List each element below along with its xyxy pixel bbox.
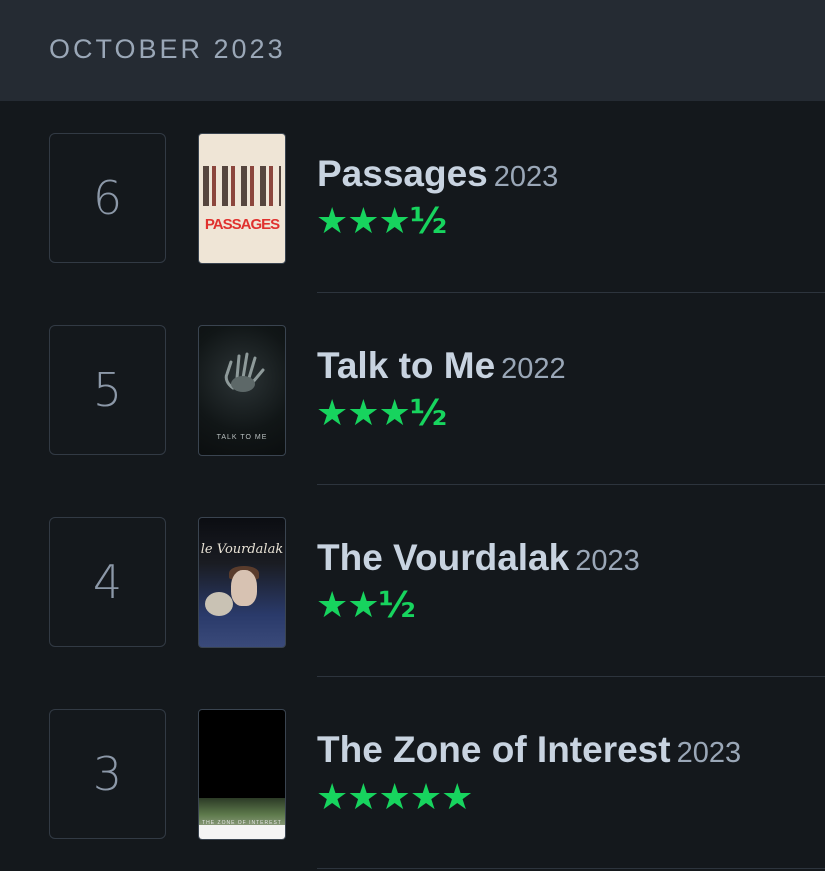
poster-title-text: PASSAGES (204, 216, 280, 233)
film-title-line[interactable]: The Vourdalak 2023 (317, 537, 640, 579)
divider (317, 868, 825, 869)
month-title: OCTOBER 2023 (49, 34, 286, 64)
star-rating: ★★★½ (316, 201, 447, 242)
rank-number: 5 (49, 325, 166, 455)
diary-entry[interactable]: 3 THE ZONE OF INTEREST The Zone of Inter… (0, 677, 825, 869)
film-poster[interactable]: TALK TO ME (198, 325, 286, 456)
poster-white-strip (199, 825, 285, 839)
film-year[interactable]: 2023 (494, 161, 559, 193)
film-title[interactable]: Talk to Me (317, 345, 495, 386)
film-poster[interactable]: PASSAGES (198, 133, 286, 264)
poster-title-text: TALK TO ME (216, 434, 268, 441)
month-header: OCTOBER 2023 (0, 0, 825, 101)
film-title[interactable]: The Vourdalak (317, 537, 569, 578)
hand-icon (224, 352, 265, 392)
film-title[interactable]: The Zone of Interest (317, 729, 671, 770)
diary-entry[interactable]: 6 PASSAGES Passages 2023 ★★★½ (0, 101, 825, 293)
film-title-line[interactable]: Talk to Me 2022 (317, 345, 566, 387)
diary-entry[interactable]: 5 TALK TO ME Talk to Me 2022 ★★★½ (0, 293, 825, 485)
poster-title-text: THE ZONE OF INTEREST (202, 820, 282, 826)
star-rating: ★★★★★ (316, 777, 473, 818)
film-poster[interactable]: le Vourdalak (198, 517, 286, 648)
poster-skull (205, 592, 233, 616)
poster-face (231, 570, 257, 606)
film-year[interactable]: 2022 (501, 353, 566, 385)
film-title[interactable]: Passages (317, 153, 488, 194)
diary-entry[interactable]: 4 le Vourdalak The Vourdalak 2023 ★★½ (0, 485, 825, 677)
poster-figures (203, 166, 281, 206)
film-poster[interactable]: THE ZONE OF INTEREST (198, 709, 286, 840)
star-rating: ★★½ (316, 585, 416, 626)
rank-number: 4 (49, 517, 166, 647)
film-year[interactable]: 2023 (575, 545, 640, 577)
film-year[interactable]: 2023 (677, 737, 742, 769)
rank-number: 6 (49, 133, 166, 263)
film-title-line[interactable]: Passages 2023 (317, 153, 558, 195)
star-rating: ★★★½ (316, 393, 447, 434)
poster-title-text: le Vourdalak (200, 542, 284, 557)
film-title-line[interactable]: The Zone of Interest 2023 (317, 729, 741, 771)
rank-number: 3 (49, 709, 166, 839)
